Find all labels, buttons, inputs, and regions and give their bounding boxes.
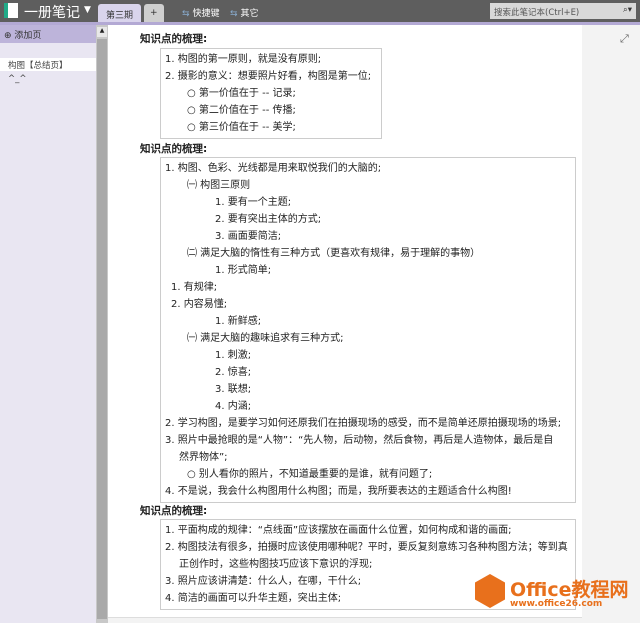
outline-line[interactable]: 正创作时，这些构图技巧应该下意识的浮现;: [165, 556, 571, 573]
link-icon: ⇆: [230, 9, 238, 19]
outline-line[interactable]: 1. 平面构成的规律：“点线面”应该摆放在画面什么位置，如何构成和谐的画面;: [165, 522, 571, 539]
page-item[interactable]: ^_^: [8, 74, 27, 84]
outline-line[interactable]: ㈡ 满足大脑的惰性有三种方式（更喜欢有规律，易于理解的事物）: [165, 245, 571, 262]
page-item[interactable]: 构图【总结页】: [0, 58, 96, 71]
outline-line[interactable]: 2. 内容易懂;: [165, 296, 571, 313]
scroll-up-icon[interactable]: ▲: [97, 27, 107, 37]
title-bar: 一册笔记 ▼ 第三期 + ⇆ 快捷键 ⇆ 其它 搜索此笔记本(Ctrl+E) ⌕▾: [0, 0, 640, 22]
link-label: 快捷键: [192, 9, 220, 19]
notebook-title[interactable]: 一册笔记: [24, 2, 80, 22]
watermark-brand: Office教程网: [510, 579, 629, 601]
tab-section[interactable]: 第三期: [98, 4, 142, 22]
outline-box[interactable]: 1. 构图、色彩、光线都是用来取悦我们的大脑的; ㈠ 构图三原则 1. 要有一个主题…: [160, 157, 576, 503]
expand-icon[interactable]: ⤢: [620, 32, 629, 46]
outline-line[interactable]: ○ 第一价值在于 -- 记录;: [165, 85, 377, 102]
outline-line[interactable]: ㈠ 构图三原则: [165, 177, 571, 194]
outline-line[interactable]: 然界物体”;: [165, 449, 571, 466]
outline-line[interactable]: 1. 形式简单;: [165, 262, 571, 279]
search-icon[interactable]: ⌕▾: [623, 5, 632, 15]
outline-line[interactable]: 1. 刺激;: [165, 347, 571, 364]
add-page-button[interactable]: ⊕ 添加页: [0, 25, 96, 43]
outline-line[interactable]: ㈠ 满足大脑的趣味追求有三种方式;: [165, 330, 571, 347]
search-input[interactable]: 搜索此笔记本(Ctrl+E) ⌕▾: [490, 3, 636, 19]
add-section-tab[interactable]: +: [144, 4, 164, 22]
section-heading: 知识点的梳理:: [140, 143, 208, 155]
outline-line[interactable]: 4. 内涵;: [165, 398, 571, 415]
outline-line[interactable]: 1. 有规律;: [165, 279, 571, 296]
outline-line[interactable]: 2. 要有突出主体的方式;: [165, 211, 571, 228]
outline-line[interactable]: 1. 新鲜感;: [165, 313, 571, 330]
add-page-label: 添加页: [14, 31, 42, 41]
outline-line[interactable]: 3. 照片中最抢眼的是“人物”：“先人物，后动物，然后食物，再后是人造物体，最后…: [165, 432, 571, 449]
outline-line[interactable]: 1. 构图的第一原则，就是没有原则;: [165, 51, 377, 68]
outline-box[interactable]: 1. 构图的第一原则，就是没有原则; 2. 摄影的意义：想要照片好看，构图是第一位…: [160, 48, 382, 139]
outline-line[interactable]: 3. 画面要简洁;: [165, 228, 571, 245]
link-shortcuts[interactable]: ⇆ 快捷键: [182, 6, 220, 19]
outline-line[interactable]: ○ 第三价值在于 -- 美学;: [165, 119, 377, 136]
search-placeholder: 搜索此笔记本(Ctrl+E): [494, 8, 580, 18]
outline-line[interactable]: 2. 构图技法有很多，拍摄时应该使用哪种呢？平时，要反复刻意练习各种构图方法；等…: [165, 539, 571, 556]
watermark: Office教程网 www.office26.com: [510, 575, 629, 609]
outline-line[interactable]: 1. 构图、色彩、光线都是用来取悦我们的大脑的;: [165, 160, 571, 177]
page-list: ⊕ 添加页 构图【总结页】 ^_^: [0, 25, 96, 623]
outline-line[interactable]: 2. 摄影的意义：想要照片好看，构图是第一位;: [165, 68, 377, 85]
section-heading: 知识点的梳理:: [140, 505, 208, 517]
outline-line[interactable]: 1. 要有一个主题;: [165, 194, 571, 211]
outline-line[interactable]: 2. 学习构图，是要学习如何还原我们在拍摄现场的感受，而不是简单还原拍摄现场的场…: [165, 415, 571, 432]
chevron-down-icon[interactable]: ▼: [84, 5, 91, 15]
outline-line[interactable]: 2. 惊喜;: [165, 364, 571, 381]
link-other[interactable]: ⇆ 其它: [230, 6, 259, 19]
notebook-icon: [4, 3, 18, 18]
outline-line[interactable]: ○ 别人看你的照片，不知道最重要的是谁，就有问题了;: [165, 466, 571, 483]
link-icon: ⇆: [182, 9, 190, 19]
outline-line[interactable]: ○ 第二价值在于 -- 传播;: [165, 102, 377, 119]
section-heading: 知识点的梳理:: [140, 33, 208, 45]
outline-line[interactable]: 3. 联想;: [165, 381, 571, 398]
scroll-thumb[interactable]: [97, 39, 107, 619]
link-label: 其它: [240, 9, 259, 19]
outline-line[interactable]: 4. 不是说，我会什么构图用什么构图；而是，我所要表达的主题适合什么构图!: [165, 483, 571, 500]
scrollbar[interactable]: ▲: [96, 25, 108, 623]
